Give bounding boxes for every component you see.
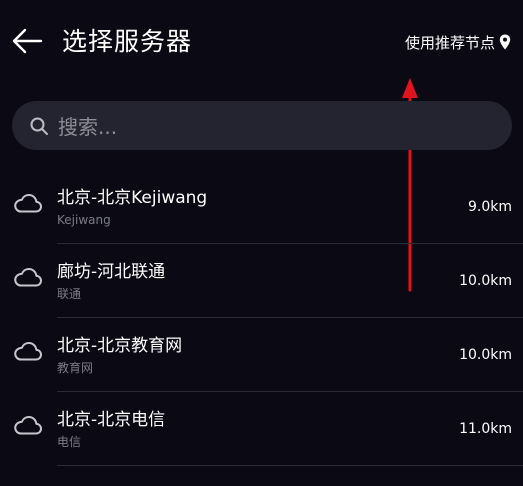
server-name: 北京-北京教育网 — [57, 336, 183, 356]
location-pin-icon — [499, 34, 511, 50]
cloud-icon — [14, 268, 42, 287]
server-isp: 电信 — [57, 435, 82, 449]
server-distance: 10.0km — [459, 347, 512, 363]
server-list: 北京-北京Kejiwang Kejiwang 9.0km 廊坊-河北联通 联通 … — [0, 170, 523, 466]
divider — [57, 465, 523, 466]
cloud-icon — [14, 342, 42, 361]
server-distance: 10.0km — [459, 273, 512, 289]
recommend-label: 使用推荐节点 — [404, 33, 495, 52]
server-item[interactable]: 廊坊-河北联通 联通 10.0km — [0, 244, 523, 318]
server-item[interactable]: 北京-北京教育网 教育网 10.0km — [0, 318, 523, 392]
server-distance: 9.0km — [467, 199, 512, 215]
server-isp: 教育网 — [57, 361, 94, 375]
use-recommended-node-button[interactable]: 使用推荐节点 — [405, 30, 511, 54]
server-name: 廊坊-河北联通 — [57, 262, 166, 282]
search-placeholder: 搜索... — [58, 115, 118, 139]
cloud-icon — [14, 416, 42, 435]
server-distance: 11.0km — [459, 421, 512, 437]
page-title: 选择服务器 — [62, 27, 193, 56]
search-icon — [30, 117, 48, 135]
server-isp: Kejiwang — [57, 213, 111, 227]
cloud-icon — [14, 194, 42, 213]
header: 选择服务器 使用推荐节点 — [0, 0, 523, 84]
server-name: 北京-北京Kejiwang — [57, 188, 208, 208]
search-input[interactable]: 搜索... — [12, 101, 512, 150]
server-item[interactable]: 北京-北京电信 电信 11.0km — [0, 392, 523, 466]
back-button[interactable] — [10, 24, 44, 58]
server-name: 北京-北京电信 — [57, 410, 166, 430]
arrow-left-icon — [12, 28, 43, 54]
server-isp: 联通 — [57, 287, 82, 301]
server-item[interactable]: 北京-北京Kejiwang Kejiwang 9.0km — [0, 170, 523, 244]
